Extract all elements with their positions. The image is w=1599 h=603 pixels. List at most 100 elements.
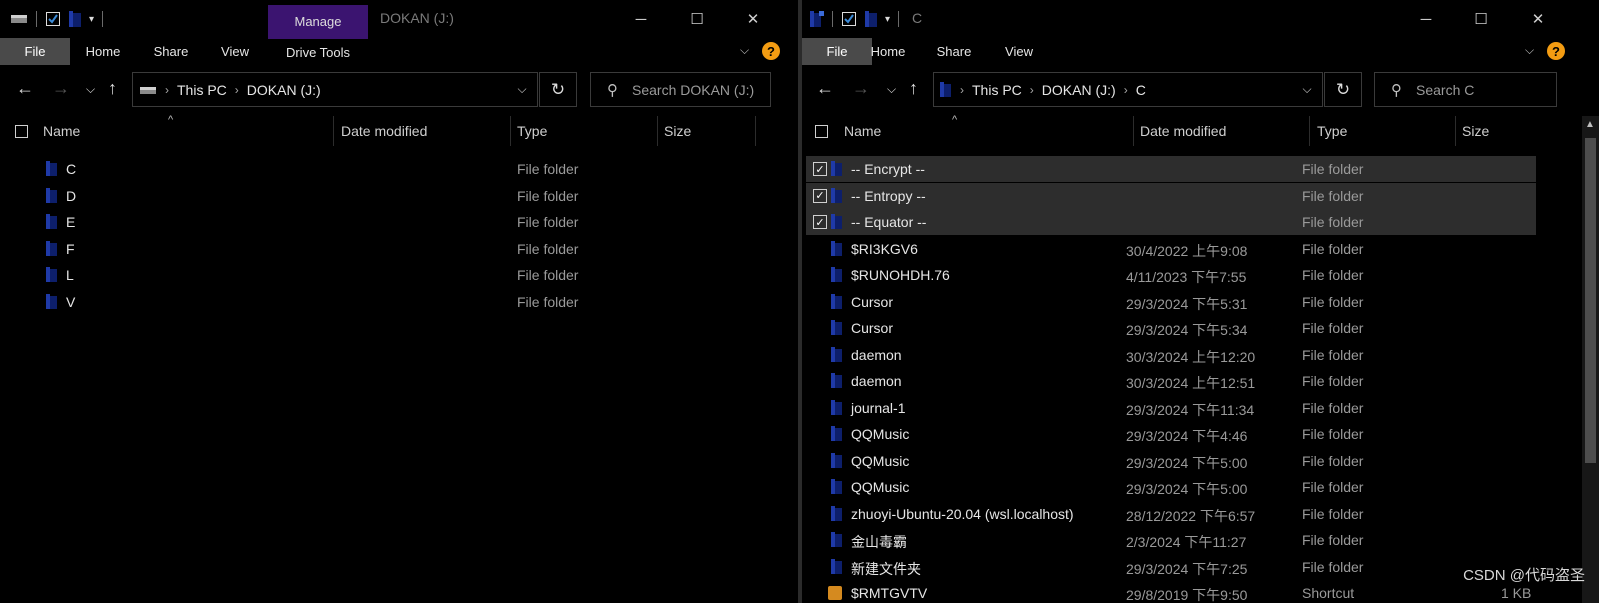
forward-arrow-icon[interactable]: → — [52, 78, 70, 99]
breadcrumb-this-pc[interactable]: This PC — [972, 82, 1022, 98]
select-all-checkbox[interactable] — [15, 125, 28, 138]
file-row[interactable]: zhuoyi-Ubuntu-20.04 (wsl.localhost) 28/12… — [806, 501, 1536, 527]
search-box[interactable]: ⚲ Search C — [1374, 72, 1557, 107]
file-row[interactable]: QQMusic 29/3/2024 下午5:00 File folder — [806, 448, 1536, 474]
column-type[interactable]: Type — [517, 123, 547, 139]
file-row[interactable]: L File folder — [0, 262, 760, 288]
file-row[interactable]: 新建文件夹 29/3/2024 下午7:25 File folder — [806, 554, 1536, 580]
close-button[interactable]: ✕ — [730, 0, 776, 38]
back-arrow-icon[interactable]: ← — [16, 78, 34, 99]
file-row[interactable]: Cursor 29/3/2024 下午5:34 File folder — [806, 315, 1536, 341]
help-icon[interactable]: ? — [762, 42, 780, 60]
column-date-modified[interactable]: Date modified — [341, 123, 427, 139]
column-size[interactable]: Size — [664, 123, 691, 139]
tab-home[interactable]: Home — [80, 38, 126, 65]
properties-check-icon[interactable] — [841, 11, 857, 27]
tab-drive-tools[interactable]: Drive Tools — [268, 38, 368, 66]
address-bar[interactable]: › This PC › DOKAN (J:) › C ⌵ — [933, 72, 1323, 107]
file-row[interactable]: $RMTGVTV 29/8/2019 下午9:50 Shortcut 1 KB — [806, 580, 1536, 603]
select-all-checkbox[interactable] — [815, 125, 828, 138]
tab-file[interactable]: File — [802, 38, 872, 65]
close-button[interactable]: ✕ — [1515, 0, 1561, 38]
column-date-modified[interactable]: Date modified — [1140, 123, 1226, 139]
new-folder-icon[interactable] — [865, 11, 877, 27]
file-row[interactable]: C File folder — [0, 156, 760, 182]
manage-context-tab[interactable]: Manage — [268, 5, 368, 38]
minimize-button[interactable]: ─ — [1403, 0, 1449, 38]
tab-share[interactable]: Share — [931, 38, 977, 65]
refresh-button[interactable]: ↻ — [1324, 72, 1362, 107]
file-row[interactable]: F File folder — [0, 236, 760, 262]
row-checkbox[interactable]: ✓ — [813, 162, 827, 176]
folder-icon — [831, 187, 842, 203]
file-row[interactable]: V File folder — [0, 289, 760, 315]
column-divider[interactable] — [1133, 116, 1134, 146]
column-divider[interactable] — [755, 116, 756, 146]
column-divider[interactable] — [657, 116, 658, 146]
minimize-button[interactable]: ─ — [618, 0, 664, 38]
recent-locations-icon[interactable]: ⌵ — [86, 82, 95, 97]
column-size[interactable]: Size — [1462, 123, 1489, 139]
folder-icon[interactable] — [810, 11, 824, 27]
help-icon[interactable]: ? — [1547, 42, 1565, 60]
file-row[interactable]: QQMusic 29/3/2024 下午5:00 File folder — [806, 474, 1536, 500]
column-divider[interactable] — [333, 116, 334, 146]
tab-view[interactable]: View — [213, 38, 257, 65]
forward-arrow-icon[interactable]: → — [852, 78, 870, 99]
file-row[interactable]: Cursor 29/3/2024 下午5:31 File folder — [806, 289, 1536, 315]
file-row[interactable]: $RUNOHDH.76 4/11/2023 下午7:55 File folder — [806, 262, 1536, 288]
vertical-scrollbar[interactable]: ▲ — [1582, 116, 1599, 603]
breadcrumb-this-pc[interactable]: This PC — [177, 82, 227, 98]
qat-dropdown-icon[interactable]: ▾ — [89, 14, 94, 25]
column-divider[interactable] — [1309, 116, 1310, 146]
file-row[interactable]: ✓ -- Encrypt -- File folder — [806, 156, 1536, 182]
scroll-up-icon[interactable]: ▲ — [1585, 119, 1595, 130]
refresh-button[interactable]: ↻ — [539, 72, 577, 107]
address-dropdown-icon[interactable]: ⌵ — [1292, 73, 1322, 106]
file-row[interactable]: 金山毒霸 2/3/2024 下午11:27 File folder — [806, 527, 1536, 553]
folder-icon — [46, 267, 57, 282]
up-arrow-icon[interactable]: ↑ — [909, 78, 918, 99]
qat-dropdown-icon[interactable]: ▾ — [885, 14, 890, 25]
file-row[interactable]: $RI3KGV6 30/4/2022 上午9:08 File folder — [806, 236, 1536, 262]
maximize-button[interactable]: ☐ — [674, 0, 720, 38]
file-row[interactable]: D File folder — [0, 183, 760, 209]
address-bar[interactable]: › This PC › DOKAN (J:) ⌵ — [132, 72, 538, 107]
properties-check-icon[interactable] — [45, 11, 61, 27]
back-arrow-icon[interactable]: ← — [816, 78, 834, 99]
column-type[interactable]: Type — [1317, 123, 1347, 139]
tab-view[interactable]: View — [997, 38, 1041, 65]
folder-icon — [831, 373, 842, 388]
column-divider[interactable] — [1455, 116, 1456, 146]
file-name: D — [66, 187, 77, 204]
column-name[interactable]: Name — [844, 123, 881, 139]
file-name: C — [66, 161, 77, 177]
file-row[interactable]: daemon 30/3/2024 上午12:20 File folder — [806, 342, 1536, 368]
row-checkbox[interactable]: ✓ — [813, 215, 827, 229]
file-row[interactable]: E File folder — [0, 209, 760, 235]
new-folder-icon[interactable] — [69, 11, 81, 27]
file-row[interactable]: ✓ -- Entropy -- File folder — [806, 182, 1536, 209]
column-divider[interactable] — [510, 116, 511, 146]
tab-home[interactable]: Home — [865, 38, 911, 65]
file-row[interactable]: QQMusic 29/3/2024 下午4:46 File folder — [806, 421, 1536, 447]
row-checkbox[interactable]: ✓ — [813, 188, 827, 203]
ribbon-expand-icon[interactable]: ⌵ — [1525, 43, 1534, 58]
breadcrumb-dokan[interactable]: DOKAN (J:) — [247, 82, 321, 98]
ribbon-expand-icon[interactable]: ⌵ — [740, 43, 749, 58]
tab-file[interactable]: File — [0, 38, 70, 65]
up-arrow-icon[interactable]: ↑ — [108, 78, 117, 99]
breadcrumb-dokan[interactable]: DOKAN (J:) — [1042, 82, 1116, 98]
scrollbar-thumb[interactable] — [1585, 138, 1596, 463]
breadcrumb-c[interactable]: C — [1136, 82, 1146, 98]
address-dropdown-icon[interactable]: ⌵ — [507, 73, 537, 106]
file-row[interactable]: journal-1 29/3/2024 下午11:34 File folder — [806, 395, 1536, 421]
drive-icon[interactable] — [10, 12, 28, 26]
file-row[interactable]: ✓ -- Equator -- File folder — [806, 209, 1536, 235]
column-name[interactable]: Name — [43, 123, 80, 139]
search-box[interactable]: ⚲ Search DOKAN (J:) — [590, 72, 771, 107]
maximize-button[interactable]: ☐ — [1458, 0, 1504, 38]
recent-locations-icon[interactable]: ⌵ — [887, 82, 896, 97]
file-row[interactable]: daemon 30/3/2024 上午12:51 File folder — [806, 368, 1536, 394]
tab-share[interactable]: Share — [148, 38, 194, 65]
